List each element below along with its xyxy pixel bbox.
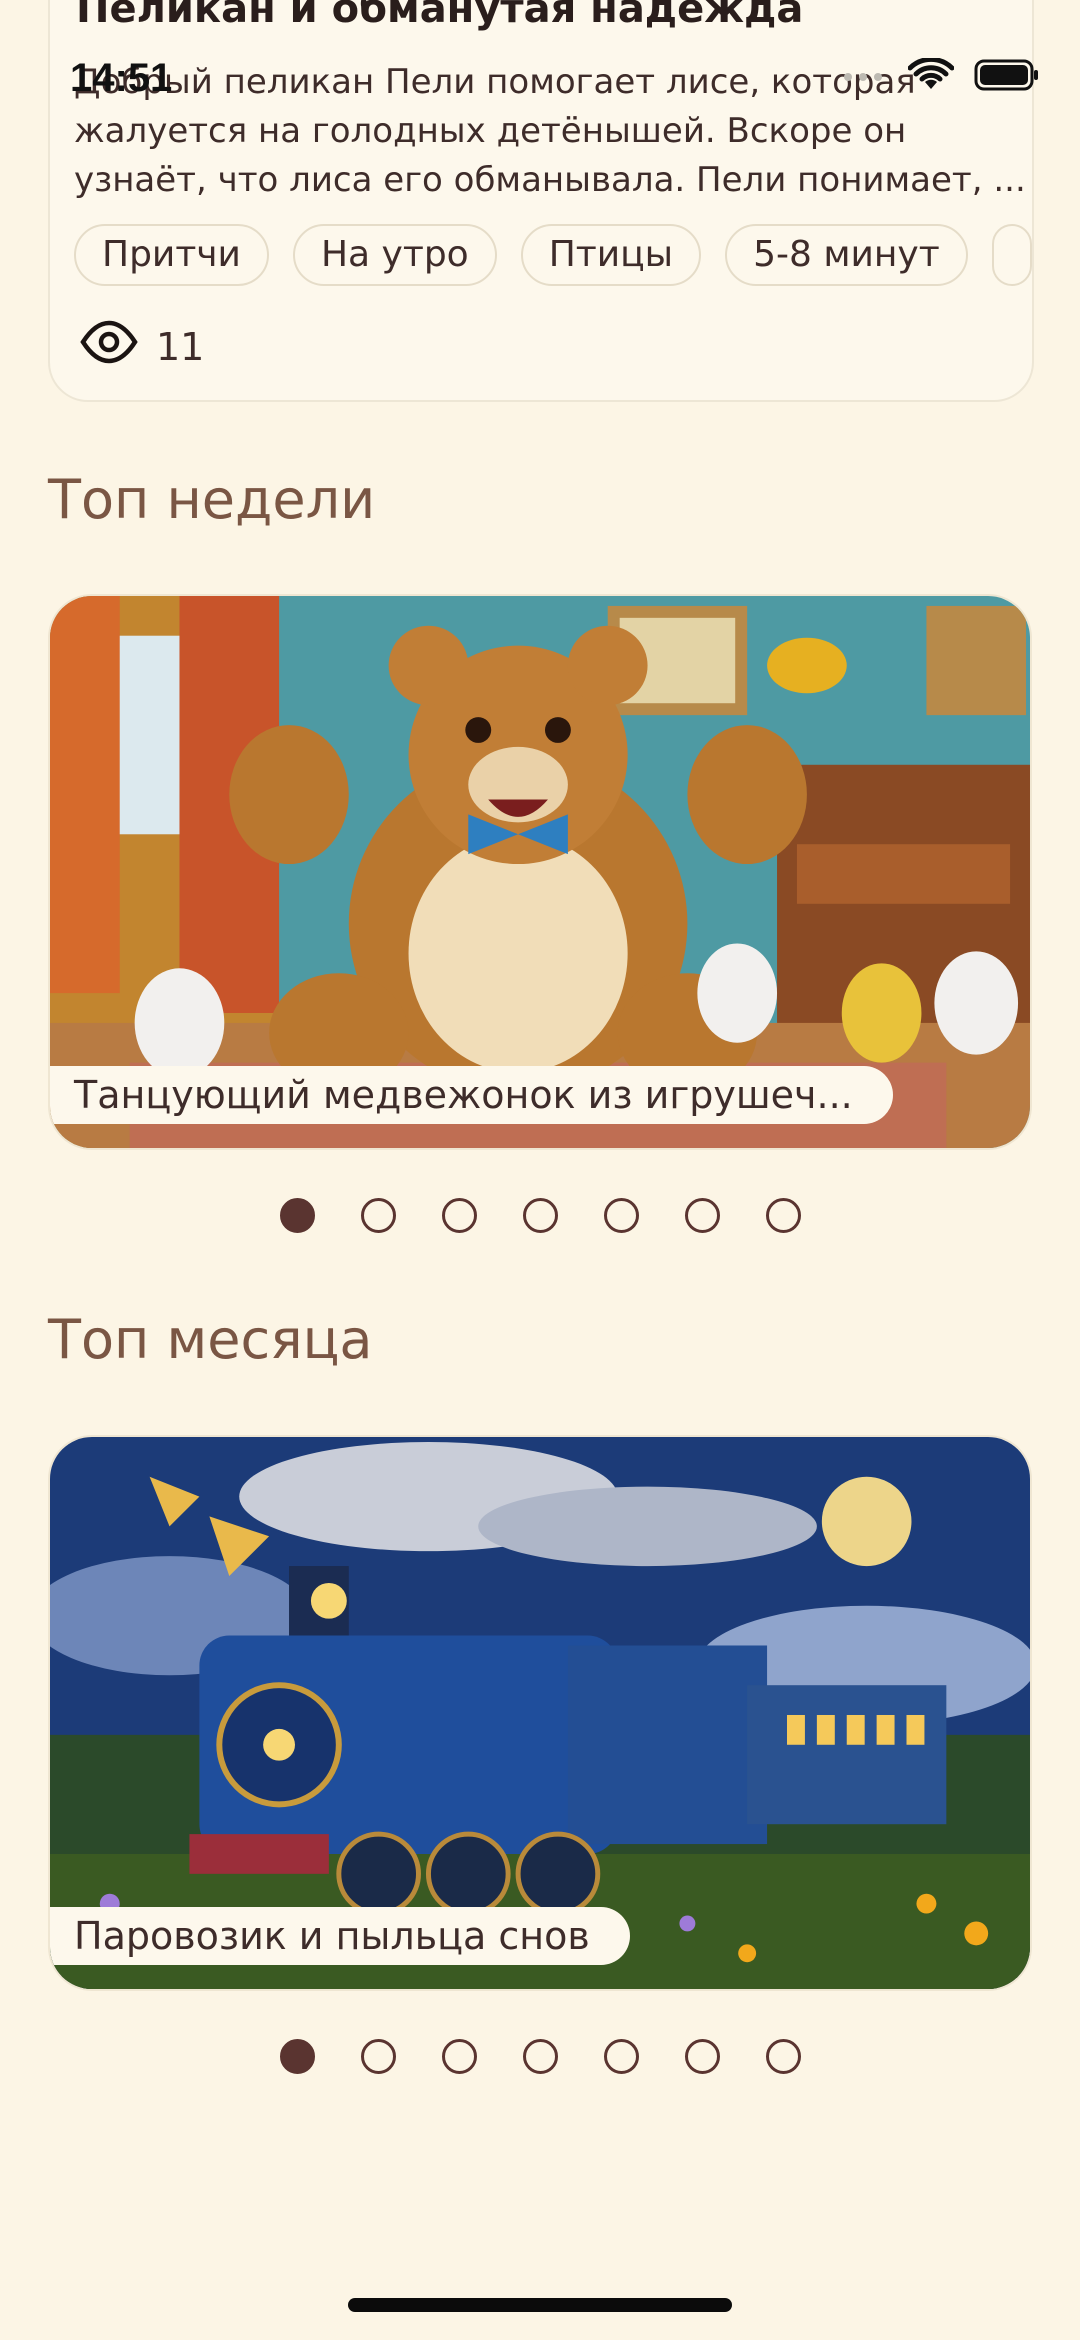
top-week-pagination [280, 1198, 801, 1233]
pagination-dot[interactable] [766, 2039, 801, 2074]
pagination-dot[interactable] [442, 2039, 477, 2074]
views-count: 11 [156, 324, 205, 369]
status-time: 14:51 [70, 56, 173, 100]
story-description-line: жалуется на голодных детёнышей. Вскоре о… [74, 111, 907, 151]
cellular-signal-icon [844, 73, 882, 81]
story-tags: Притчи На утро Птицы 5-8 минут [74, 224, 1032, 286]
pagination-dot[interactable] [523, 2039, 558, 2074]
tag-chip[interactable]: 5-8 минут [725, 224, 968, 286]
pagination-dot[interactable] [361, 2039, 396, 2074]
top-month-pagination [280, 2039, 801, 2074]
tag-chip[interactable]: Притчи [74, 224, 269, 286]
home-indicator[interactable] [348, 2298, 732, 2312]
pagination-dot[interactable] [361, 1198, 396, 1233]
top-week-card[interactable]: Танцующий медвежонок из игрушеч... [48, 594, 1032, 1150]
pagination-dot[interactable] [766, 1198, 801, 1233]
tag-chip[interactable]: На утро [292, 224, 497, 286]
top-month-caption: Паровозик и пыльца снов [50, 1907, 630, 1965]
top-week-caption: Танцующий медвежонок из игрушеч... [50, 1066, 893, 1124]
pagination-dot[interactable] [523, 1198, 558, 1233]
pagination-dot-active[interactable] [280, 2039, 315, 2074]
battery-icon [974, 59, 1040, 95]
wifi-icon [907, 56, 955, 96]
eye-icon [80, 320, 138, 373]
top-month-card[interactable]: Паровозик и пыльца снов [48, 1435, 1032, 1991]
story-title: Пеликан и обманутая надежда [76, 0, 804, 32]
pagination-dot[interactable] [442, 1198, 477, 1233]
section-title-week: Топ недели [48, 468, 376, 531]
views-counter: 11 [80, 320, 204, 373]
status-icons [844, 56, 1040, 96]
pagination-dot[interactable] [604, 2039, 639, 2074]
screen: Пеликан и обманутая надежда Добрый пелик… [0, 0, 1080, 2340]
pagination-dot-active[interactable] [280, 1198, 315, 1233]
pagination-dot[interactable] [685, 2039, 720, 2074]
tag-chip[interactable]: Птицы [520, 224, 702, 286]
tag-chip-overflow[interactable] [991, 224, 1032, 286]
section-title-month: Топ месяца [48, 1308, 373, 1371]
pagination-dot[interactable] [685, 1198, 720, 1233]
pagination-dot[interactable] [604, 1198, 639, 1233]
story-description-line: узнаёт, что лиса его обманывала. Пели по… [74, 160, 1024, 200]
